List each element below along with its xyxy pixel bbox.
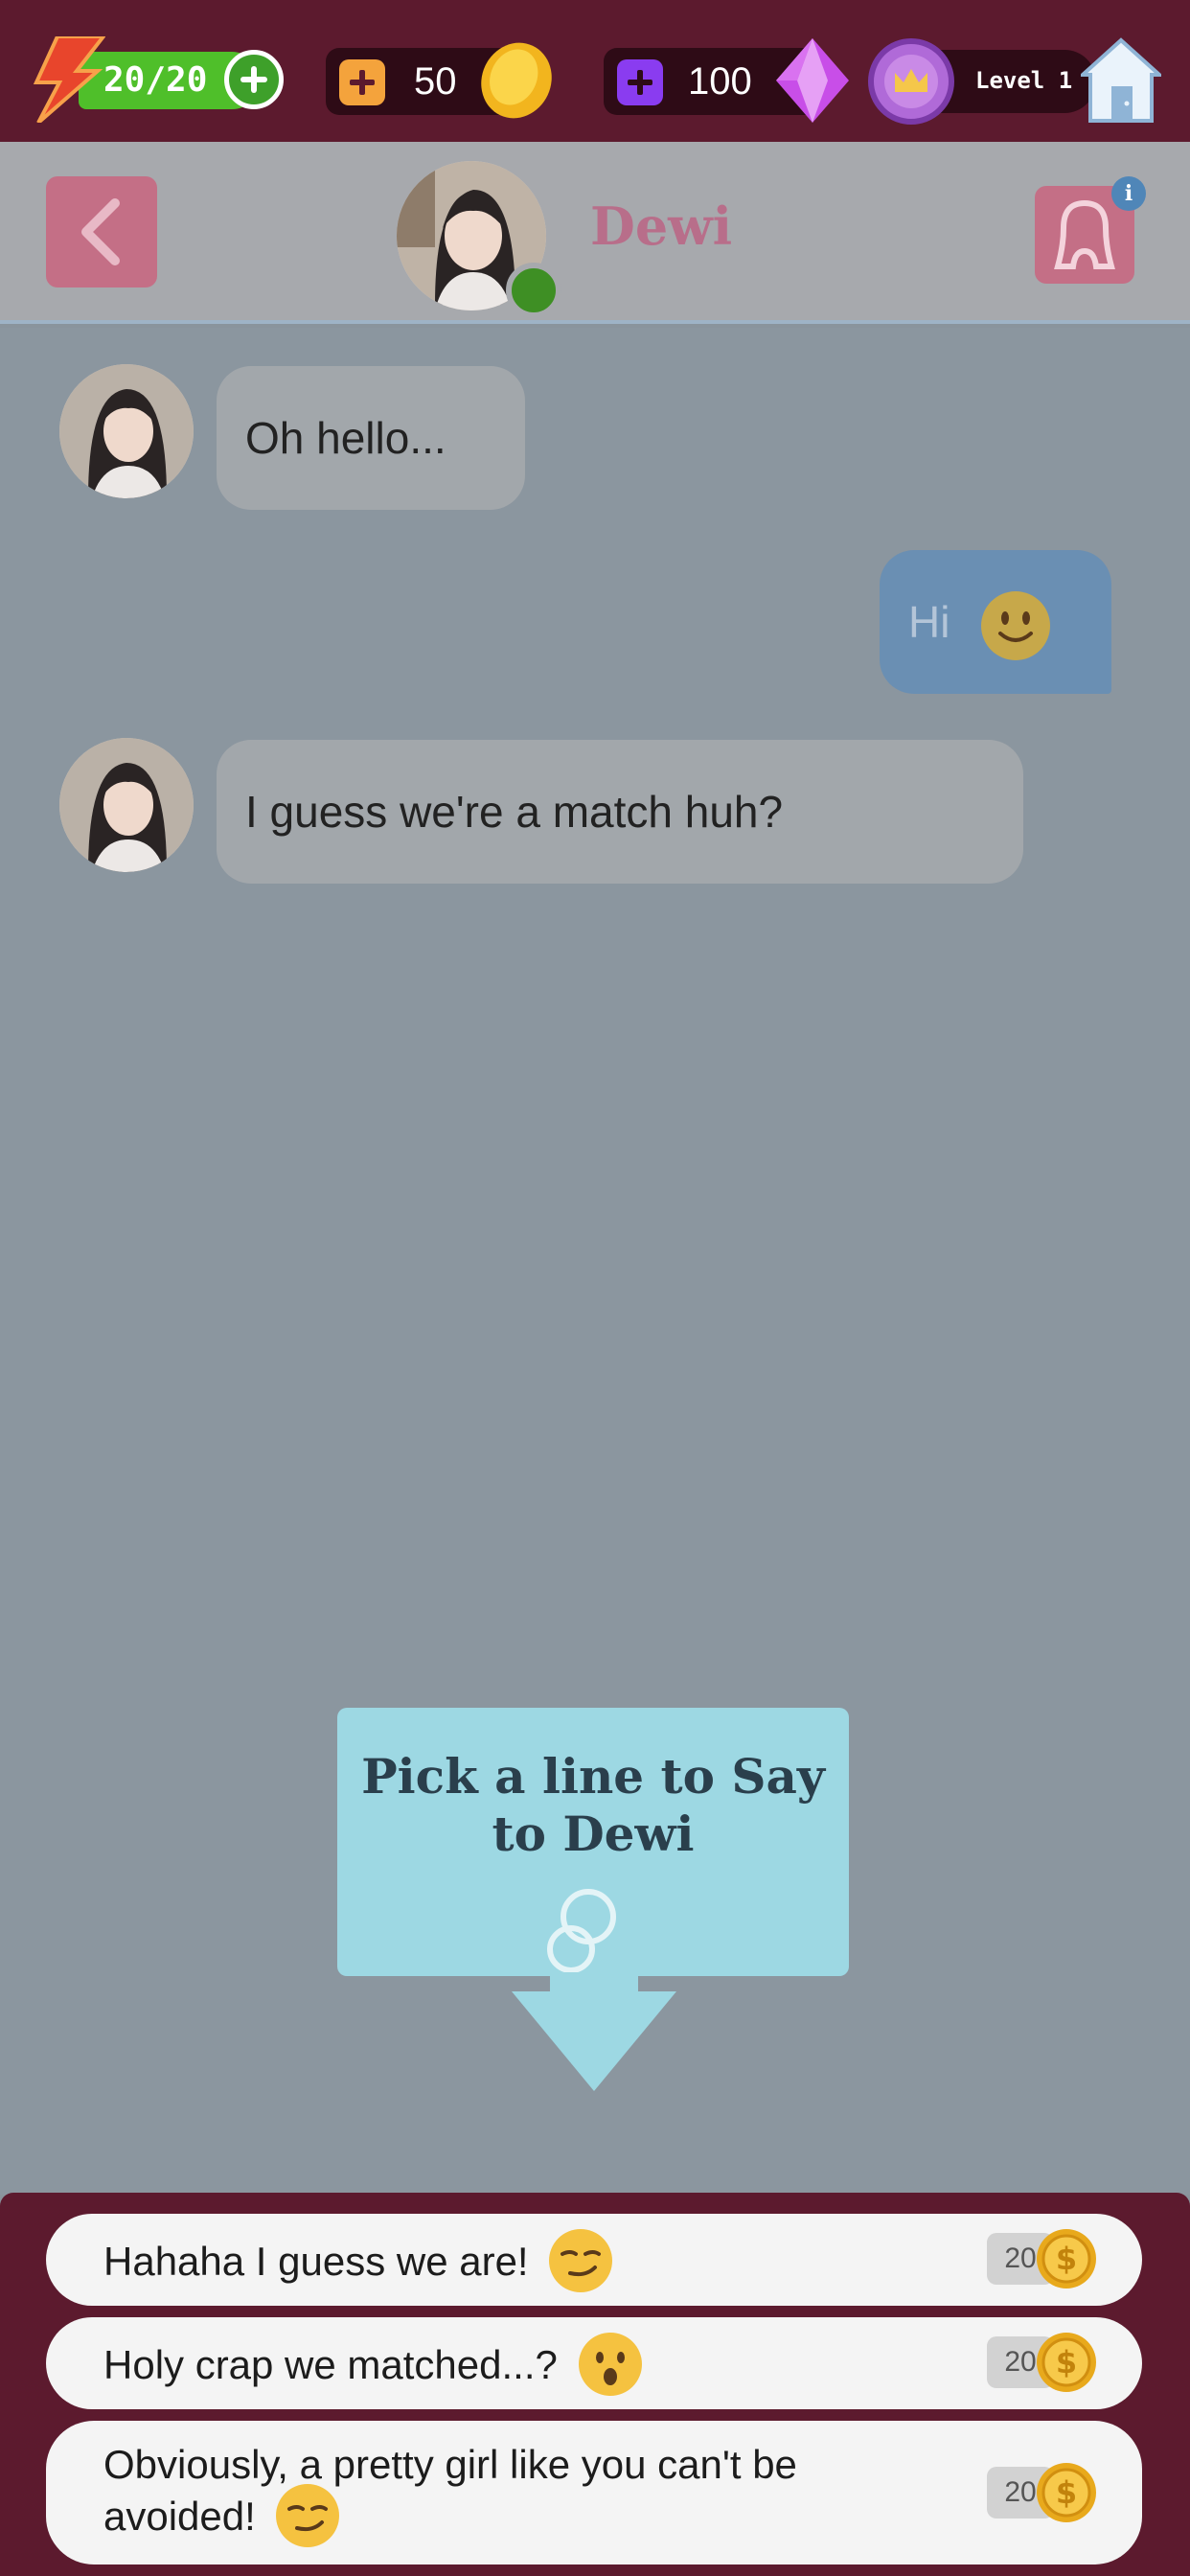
message-bubble-received: I guess we're a match huh? bbox=[217, 740, 1023, 884]
reply-text-line: Obviously, a pretty girl like you can't … bbox=[103, 2442, 797, 2487]
message-avatar[interactable] bbox=[59, 738, 194, 872]
chevron-left-icon bbox=[81, 198, 120, 265]
message-text: Oh hello... bbox=[245, 413, 446, 463]
tooltip-line-1: Pick a line to Say bbox=[361, 1748, 825, 1805]
online-status-indicator bbox=[506, 263, 561, 318]
crown-badge-icon bbox=[868, 38, 954, 125]
svg-text:$: $ bbox=[1056, 2474, 1077, 2511]
message-text: I guess we're a match huh? bbox=[245, 787, 784, 837]
add-coins-button[interactable] bbox=[339, 59, 385, 105]
dollar-coin-icon: $ bbox=[1037, 2463, 1096, 2522]
message-bubble-sent: Hi bbox=[880, 550, 1111, 694]
tooltip-line-2: to Dewi bbox=[492, 1806, 695, 1862]
svg-text:$: $ bbox=[1056, 2344, 1077, 2380]
message-avatar[interactable] bbox=[59, 364, 194, 498]
home-icon[interactable] bbox=[1081, 36, 1161, 123]
svg-text:$: $ bbox=[1056, 2241, 1077, 2277]
reply-text-line: avoided! bbox=[103, 2494, 256, 2540]
diamond-icon bbox=[776, 38, 849, 123]
back-button[interactable] bbox=[46, 176, 157, 288]
tap-hint-icon bbox=[547, 1889, 616, 1972]
message-text: Hi bbox=[908, 597, 950, 647]
dollar-coin-icon: $ bbox=[1037, 2229, 1096, 2288]
gems-value: 100 bbox=[688, 60, 752, 103]
add-energy-button[interactable] bbox=[224, 50, 284, 109]
smirk-emoji-icon bbox=[276, 2484, 340, 2547]
gold-coin-icon bbox=[481, 42, 552, 119]
lightning-icon bbox=[33, 36, 105, 123]
reply-option[interactable]: Obviously, a pretty girl like you can't … bbox=[46, 2421, 1142, 2564]
girl-silhouette-icon bbox=[1054, 199, 1115, 269]
reply-text-line: Holy crap we matched...? bbox=[103, 2342, 558, 2388]
energy-value: 20/20 bbox=[103, 60, 208, 100]
smile-emoji-icon bbox=[981, 590, 1051, 660]
energy-meter: 20/20 bbox=[29, 36, 287, 123]
dollar-coin-icon: $ bbox=[1037, 2333, 1096, 2392]
info-badge[interactable]: i bbox=[1111, 176, 1146, 211]
arrow-down-icon bbox=[512, 1974, 676, 2091]
reply-text-line: Hahaha I guess we are! bbox=[103, 2239, 529, 2285]
reply-option[interactable]: Hahaha I guess we are! 20 $ bbox=[46, 2214, 1142, 2306]
level-label: Level 1 bbox=[975, 67, 1073, 94]
contact-name: Dewi bbox=[590, 196, 733, 257]
resource-bar: 20/20 50 100 Level 1 bbox=[0, 0, 1190, 142]
girl-portrait-image bbox=[59, 364, 194, 498]
message-bubble-received: Oh hello... bbox=[217, 366, 525, 510]
chat-header: Dewi i bbox=[0, 142, 1190, 324]
coins-value: 50 bbox=[414, 60, 457, 103]
smirk-emoji-icon bbox=[549, 2229, 613, 2292]
reply-text: Holy crap we matched...? bbox=[103, 2333, 644, 2398]
surprised-emoji-icon bbox=[578, 2333, 642, 2396]
reply-option[interactable]: Holy crap we matched...? 20 $ bbox=[46, 2317, 1142, 2409]
reply-text: Obviously, a pretty girl like you can't … bbox=[103, 2440, 797, 2549]
girl-portrait-image bbox=[59, 738, 194, 872]
reply-choices-panel: Hahaha I guess we are! 20 $ Holy crap we… bbox=[0, 2193, 1190, 2576]
add-gems-button[interactable] bbox=[617, 59, 663, 105]
reply-text: Hahaha I guess we are! bbox=[103, 2229, 614, 2294]
